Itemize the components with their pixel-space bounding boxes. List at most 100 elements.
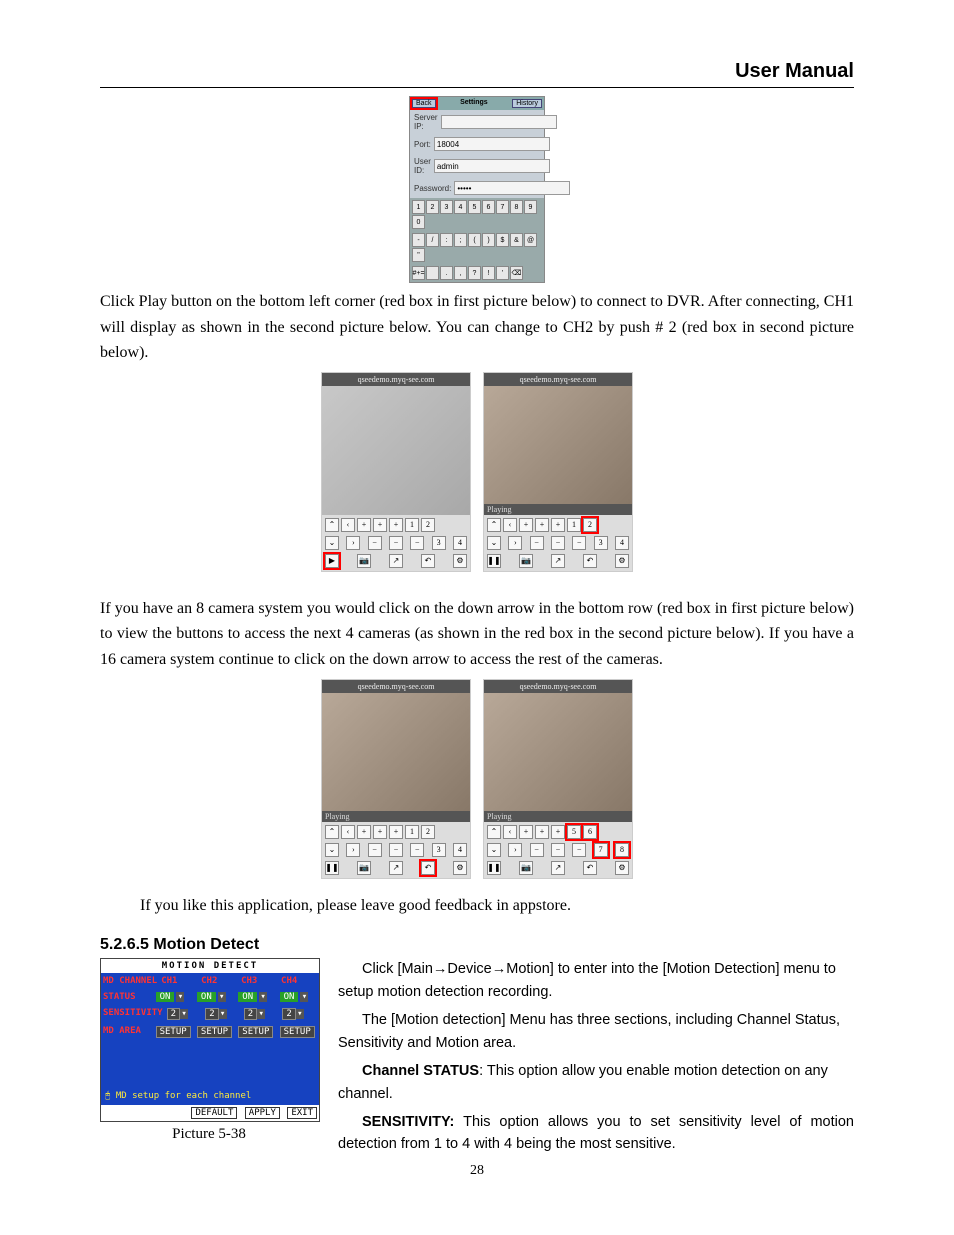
ctrl-btn[interactable]: ▶ [325,554,339,568]
ctrl-btn[interactable]: 2 [421,825,435,839]
sens-ch1[interactable]: 2 [167,1008,180,1020]
dropdown-icon[interactable]: ▾ [300,992,308,1002]
exit-button[interactable]: EXIT [287,1107,317,1119]
ctrl-btn[interactable]: − [389,843,403,857]
ctrl-btn[interactable]: − [530,536,544,550]
key-![interactable]: ! [482,266,495,280]
user-id-input[interactable] [434,159,550,173]
ctrl-btn[interactable]: ↗ [389,554,403,568]
key-0[interactable]: 0 [412,215,425,229]
ctrl-btn[interactable]: › [346,843,360,857]
ctrl-btn[interactable]: ⚙ [453,861,467,875]
key--[interactable]: - [412,233,425,247]
ctrl-btn[interactable]: ↶ [583,554,597,568]
dropdown-icon[interactable]: ▾ [259,992,267,1002]
ctrl-btn[interactable]: − [368,536,382,550]
history-button[interactable]: History [512,99,542,108]
ctrl-btn[interactable]: 1 [567,518,581,532]
ctrl-btn[interactable]: ❚❚ [487,554,501,568]
ctrl-btn[interactable]: 2 [583,518,597,532]
key-3[interactable]: 3 [440,200,453,214]
key-1[interactable]: 1 [412,200,425,214]
password-input[interactable] [454,181,570,195]
ctrl-btn[interactable]: + [373,825,387,839]
ctrl-btn[interactable]: + [535,518,549,532]
ctrl-btn[interactable]: + [535,825,549,839]
ctrl-btn[interactable]: ⌃ [487,518,501,532]
ctrl-btn[interactable]: ‹ [341,825,355,839]
ctrl-btn[interactable]: ⌃ [325,825,339,839]
key-)[interactable]: ) [482,233,495,247]
key-⌫[interactable]: ⌫ [510,266,523,280]
port-input[interactable] [434,137,550,151]
key-[interactable] [426,266,439,280]
key-6[interactable]: 6 [482,200,495,214]
ctrl-btn[interactable]: 4 [615,536,629,550]
ctrl-btn[interactable]: ⌄ [487,536,501,550]
default-button[interactable]: DEFAULT [191,1107,237,1119]
key-8[interactable]: 8 [510,200,523,214]
status-ch4[interactable]: ON [280,992,299,1002]
ctrl-btn[interactable]: 8 [615,843,629,857]
sens-ch2[interactable]: 2 [205,1008,218,1020]
dropdown-icon[interactable]: ▾ [176,992,184,1002]
ctrl-btn[interactable]: ‹ [341,518,355,532]
status-ch2[interactable]: ON [197,992,216,1002]
area-ch2[interactable]: SETUP [197,1026,232,1038]
key-,[interactable]: , [454,266,467,280]
key-2[interactable]: 2 [426,200,439,214]
ctrl-btn[interactable]: 📷 [357,554,371,568]
area-ch3[interactable]: SETUP [238,1026,273,1038]
key-:[interactable]: : [440,233,453,247]
ctrl-btn[interactable]: 📷 [519,554,533,568]
key-4[interactable]: 4 [454,200,467,214]
key-;[interactable]: ; [454,233,467,247]
ctrl-btn[interactable]: + [357,518,371,532]
key-#+=[interactable]: #+= [412,266,425,280]
ctrl-btn[interactable]: + [357,825,371,839]
dropdown-icon[interactable]: ▾ [257,1009,265,1019]
key-9[interactable]: 9 [524,200,537,214]
ctrl-btn[interactable]: ⌄ [487,843,501,857]
ctrl-btn[interactable]: + [373,518,387,532]
ctrl-btn[interactable]: ↗ [551,861,565,875]
ctrl-btn[interactable]: › [508,843,522,857]
ctrl-btn[interactable]: ↶ [583,861,597,875]
ctrl-btn[interactable]: ⌃ [487,825,501,839]
ctrl-btn[interactable]: ⌄ [325,536,339,550]
ctrl-btn[interactable]: ❚❚ [325,861,339,875]
ctrl-btn[interactable]: 5 [567,825,581,839]
status-ch1[interactable]: ON [156,992,175,1002]
ctrl-btn[interactable]: ↶ [421,861,435,875]
key-/[interactable]: / [426,233,439,247]
back-button[interactable]: Back [412,99,436,108]
key-5[interactable]: 5 [468,200,481,214]
ctrl-btn[interactable]: 3 [594,536,608,550]
ctrl-btn[interactable]: − [572,843,586,857]
ctrl-btn[interactable]: 7 [594,843,608,857]
ctrl-btn[interactable]: − [551,843,565,857]
ctrl-btn[interactable]: ↶ [421,554,435,568]
key-&[interactable]: & [510,233,523,247]
ctrl-btn[interactable]: ⌄ [325,843,339,857]
ctrl-btn[interactable]: ↗ [551,554,565,568]
dropdown-icon[interactable]: ▾ [218,992,226,1002]
area-ch1[interactable]: SETUP [156,1026,191,1038]
ctrl-btn[interactable]: + [551,518,565,532]
key-7[interactable]: 7 [496,200,509,214]
ctrl-btn[interactable]: ‹ [503,825,517,839]
ctrl-btn[interactable]: 📷 [519,861,533,875]
ctrl-btn[interactable]: 1 [405,825,419,839]
ctrl-btn[interactable]: ⚙ [615,554,629,568]
key-.[interactable]: . [440,266,453,280]
ctrl-btn[interactable]: − [410,843,424,857]
dropdown-icon[interactable]: ▾ [296,1009,304,1019]
area-ch4[interactable]: SETUP [280,1026,315,1038]
ctrl-btn[interactable]: ⌃ [325,518,339,532]
ctrl-btn[interactable]: 6 [583,825,597,839]
dropdown-icon[interactable]: ▾ [180,1009,188,1019]
ctrl-btn[interactable]: + [519,825,533,839]
ctrl-btn[interactable]: 1 [405,518,419,532]
apply-button[interactable]: APPLY [245,1107,280,1119]
ctrl-btn[interactable]: − [410,536,424,550]
